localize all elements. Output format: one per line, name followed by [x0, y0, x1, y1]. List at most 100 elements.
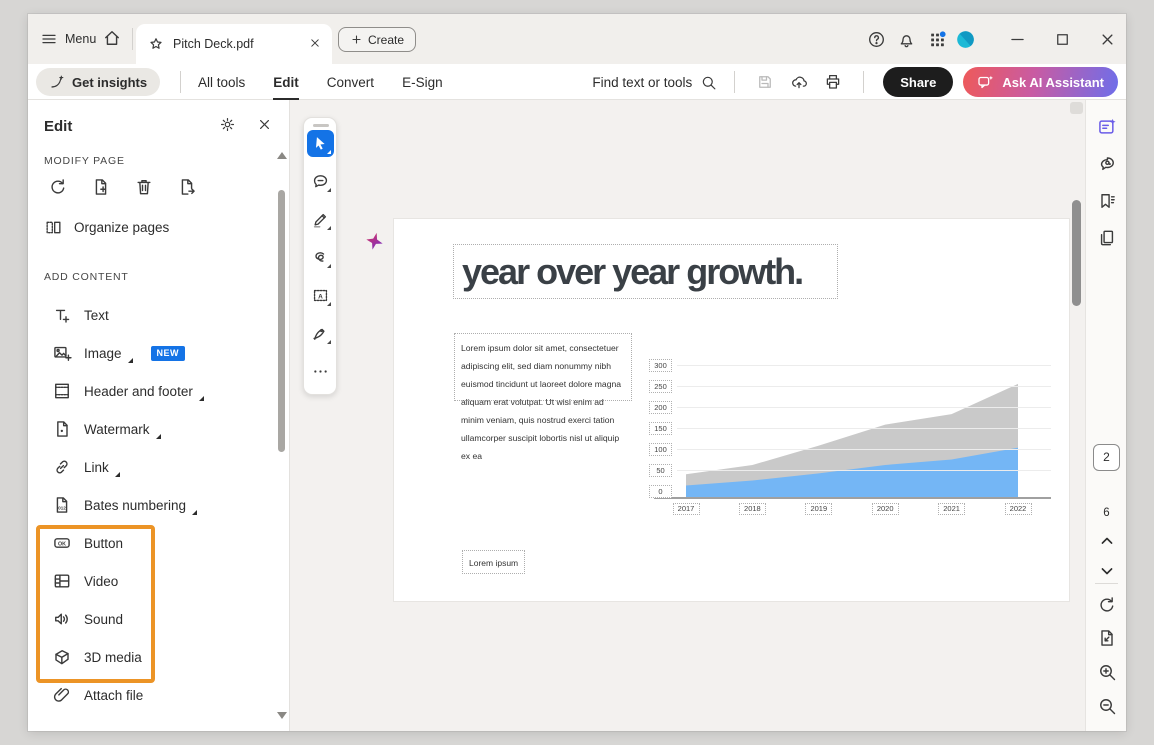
insert-page-button[interactable]: [89, 174, 113, 200]
page-number-input[interactable]: 2: [1093, 444, 1120, 471]
select-tool[interactable]: [307, 130, 334, 157]
edit-settings-button[interactable]: [219, 116, 236, 136]
caption-text-frame[interactable]: Lorem ipsum: [462, 550, 526, 574]
x-axis-tick-label[interactable]: 2021: [938, 503, 966, 515]
tab-close-button[interactable]: [308, 36, 322, 53]
apps-grid-button[interactable]: [925, 27, 949, 51]
item-label: Sound: [84, 611, 124, 627]
x-axis-tick-label[interactable]: 2018: [738, 503, 766, 515]
x-axis-tick-label[interactable]: 2019: [805, 503, 833, 515]
get-insights-label: Get insights: [72, 74, 148, 90]
comments-panel-button[interactable]: [1095, 152, 1119, 176]
highlight-tool[interactable]: [307, 206, 334, 233]
help-button[interactable]: [864, 27, 888, 51]
item-label: Attach file: [84, 687, 144, 703]
modify-page-tools: [46, 174, 199, 200]
title-text-frame[interactable]: year over year growth.: [453, 244, 838, 299]
search-icon: [700, 74, 717, 91]
panel-scroll-up[interactable]: [277, 152, 287, 159]
panel-scroll-down[interactable]: [277, 712, 287, 719]
find-text-or-tools[interactable]: Find text or tools: [588, 74, 721, 91]
bookmarks-panel-button[interactable]: [1095, 189, 1119, 213]
railcomment-icon: [1097, 154, 1117, 174]
tab-e-sign[interactable]: E-Sign: [402, 64, 443, 100]
rotate-page-button[interactable]: [46, 174, 70, 200]
page-thumbnails-panel-button[interactable]: [1095, 226, 1119, 250]
add-content-item-link[interactable]: Link: [44, 448, 265, 486]
add-content-item-header-and-footer[interactable]: Header and footer: [44, 372, 265, 410]
create-button[interactable]: Create: [338, 27, 417, 52]
delete-page-button[interactable]: [132, 174, 156, 200]
viewport-scrollbar-thumb[interactable]: [1072, 200, 1081, 306]
organize-pages-button[interactable]: Organize pages: [44, 212, 169, 242]
toolbar-drag-handle[interactable]: [313, 124, 329, 127]
add-content-item-bates-numbering[interactable]: 012 Bates numbering: [44, 486, 265, 524]
add-content-item-text[interactable]: Text: [44, 296, 265, 334]
add-content-item-image[interactable]: Image NEW: [44, 334, 265, 372]
floating-quick-toolbar: A: [303, 117, 337, 395]
plus-icon: [350, 33, 363, 46]
page-view-options-button[interactable]: [1095, 626, 1119, 650]
menu-button[interactable]: Menu: [36, 27, 100, 51]
home-icon: [102, 28, 122, 48]
ai-assistant-panel-button[interactable]: [1095, 115, 1119, 139]
home-button[interactable]: [102, 28, 122, 51]
rotate-view-button[interactable]: [1095, 593, 1119, 617]
close-icon: [308, 36, 322, 50]
viewport-scrollbar-top[interactable]: [1070, 102, 1083, 114]
account-avatar[interactable]: [953, 27, 977, 51]
tab-convert[interactable]: Convert: [327, 64, 374, 100]
tab-title: Pitch Deck.pdf: [173, 37, 254, 51]
x-axis-tick-label[interactable]: 2022: [1004, 503, 1032, 515]
ask-ai-assistant-button[interactable]: Ask AI Assistant: [963, 67, 1118, 97]
share-button[interactable]: Share: [883, 67, 954, 97]
y-axis-tick-label[interactable]: 100: [649, 442, 672, 456]
y-axis-tick-label[interactable]: 150: [649, 421, 672, 435]
more-tools[interactable]: [307, 358, 334, 385]
save-button[interactable]: [748, 68, 782, 96]
comment-tool[interactable]: [307, 168, 334, 195]
y-axis-tick-label[interactable]: 200: [649, 400, 672, 414]
aidoc-icon: [1097, 117, 1117, 137]
next-page-button[interactable]: [1095, 559, 1119, 583]
tab-all-tools[interactable]: All tools: [198, 64, 245, 100]
fitpage-icon: [1097, 628, 1117, 648]
extract-page-button[interactable]: [175, 174, 199, 200]
y-axis-tick-label[interactable]: 300: [649, 358, 672, 372]
print-button[interactable]: [816, 68, 850, 96]
previous-page-button[interactable]: [1095, 529, 1119, 553]
y-axis-tick-label[interactable]: 250: [649, 379, 672, 393]
star-icon[interactable]: [148, 36, 164, 52]
window-close-button[interactable]: [1095, 27, 1119, 51]
organize-pages-icon: [44, 218, 63, 237]
x-axis-tick-label[interactable]: 2020: [871, 503, 899, 515]
close-icon: [256, 116, 273, 133]
upload-cloud-button[interactable]: [782, 68, 816, 96]
add-text-box-tool[interactable]: A: [307, 282, 334, 309]
add-content-item-3d-media[interactable]: 3D media: [44, 638, 265, 676]
document-viewport: A year over year growth. Lorem ipsum dol…: [290, 100, 1085, 731]
draw-tool[interactable]: [307, 244, 334, 271]
minimize-button[interactable]: [1005, 27, 1029, 51]
zoom-in-button[interactable]: [1095, 660, 1119, 684]
x-axis-tick-label[interactable]: 2017: [672, 503, 700, 515]
panel-scrollbar-thumb[interactable]: [278, 190, 285, 452]
add-content-item-watermark[interactable]: Watermark: [44, 410, 265, 448]
add-content-item-video[interactable]: Video: [44, 562, 265, 600]
document-tab[interactable]: Pitch Deck.pdf: [136, 24, 332, 64]
fill-sign-tool[interactable]: [307, 320, 334, 347]
paragraph-text-frame[interactable]: Lorem ipsum dolor sit amet, consectetuer…: [454, 333, 632, 461]
y-axis-tick-label[interactable]: 0: [649, 484, 672, 498]
insert-page-icon: [91, 177, 111, 197]
zoom-out-button[interactable]: [1095, 694, 1119, 718]
notifications-button[interactable]: [894, 27, 918, 51]
get-insights-button[interactable]: Get insights: [36, 68, 161, 96]
maximize-button[interactable]: [1050, 27, 1074, 51]
add-content-item-sound[interactable]: Sound: [44, 600, 265, 638]
add-content-item-button[interactable]: OK Button: [44, 524, 265, 562]
submenu-corner-icon: [192, 510, 198, 515]
tab-edit[interactable]: Edit: [273, 64, 299, 100]
y-axis-tick-label[interactable]: 50: [649, 463, 672, 477]
add-content-item-attach-file[interactable]: Attach file: [44, 676, 265, 714]
edit-panel-close-button[interactable]: [256, 116, 273, 136]
